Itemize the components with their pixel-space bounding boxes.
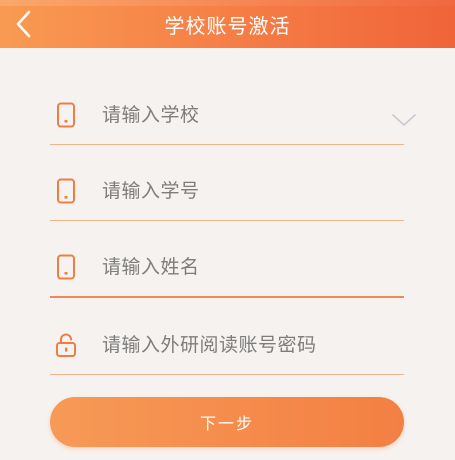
phone-icon (57, 178, 75, 204)
school-placeholder: 请输入学校 (102, 104, 200, 126)
name-placeholder: 请输入姓名 (102, 256, 200, 278)
school-dropdown-toggle[interactable] (391, 111, 417, 129)
app-header: 学校账号激活 (0, 0, 455, 48)
school-field[interactable]: 请输入学校 (50, 84, 404, 145)
status-bar (0, 0, 455, 6)
phone-icon (57, 254, 75, 280)
student-id-field[interactable]: 请输入学号 (50, 160, 404, 221)
chevron-down-icon (392, 114, 416, 126)
name-field[interactable]: 请输入姓名 (50, 236, 404, 298)
student-id-placeholder: 请输入学号 (102, 180, 200, 202)
page-title: 学校账号激活 (164, 14, 291, 38)
unlock-icon (56, 333, 76, 357)
password-placeholder: 请输入外研阅读账号密码 (102, 334, 317, 356)
phone-icon (57, 102, 75, 128)
next-button[interactable]: 下一步 (50, 397, 404, 447)
password-field[interactable]: 请输入外研阅读账号密码 (50, 314, 404, 375)
